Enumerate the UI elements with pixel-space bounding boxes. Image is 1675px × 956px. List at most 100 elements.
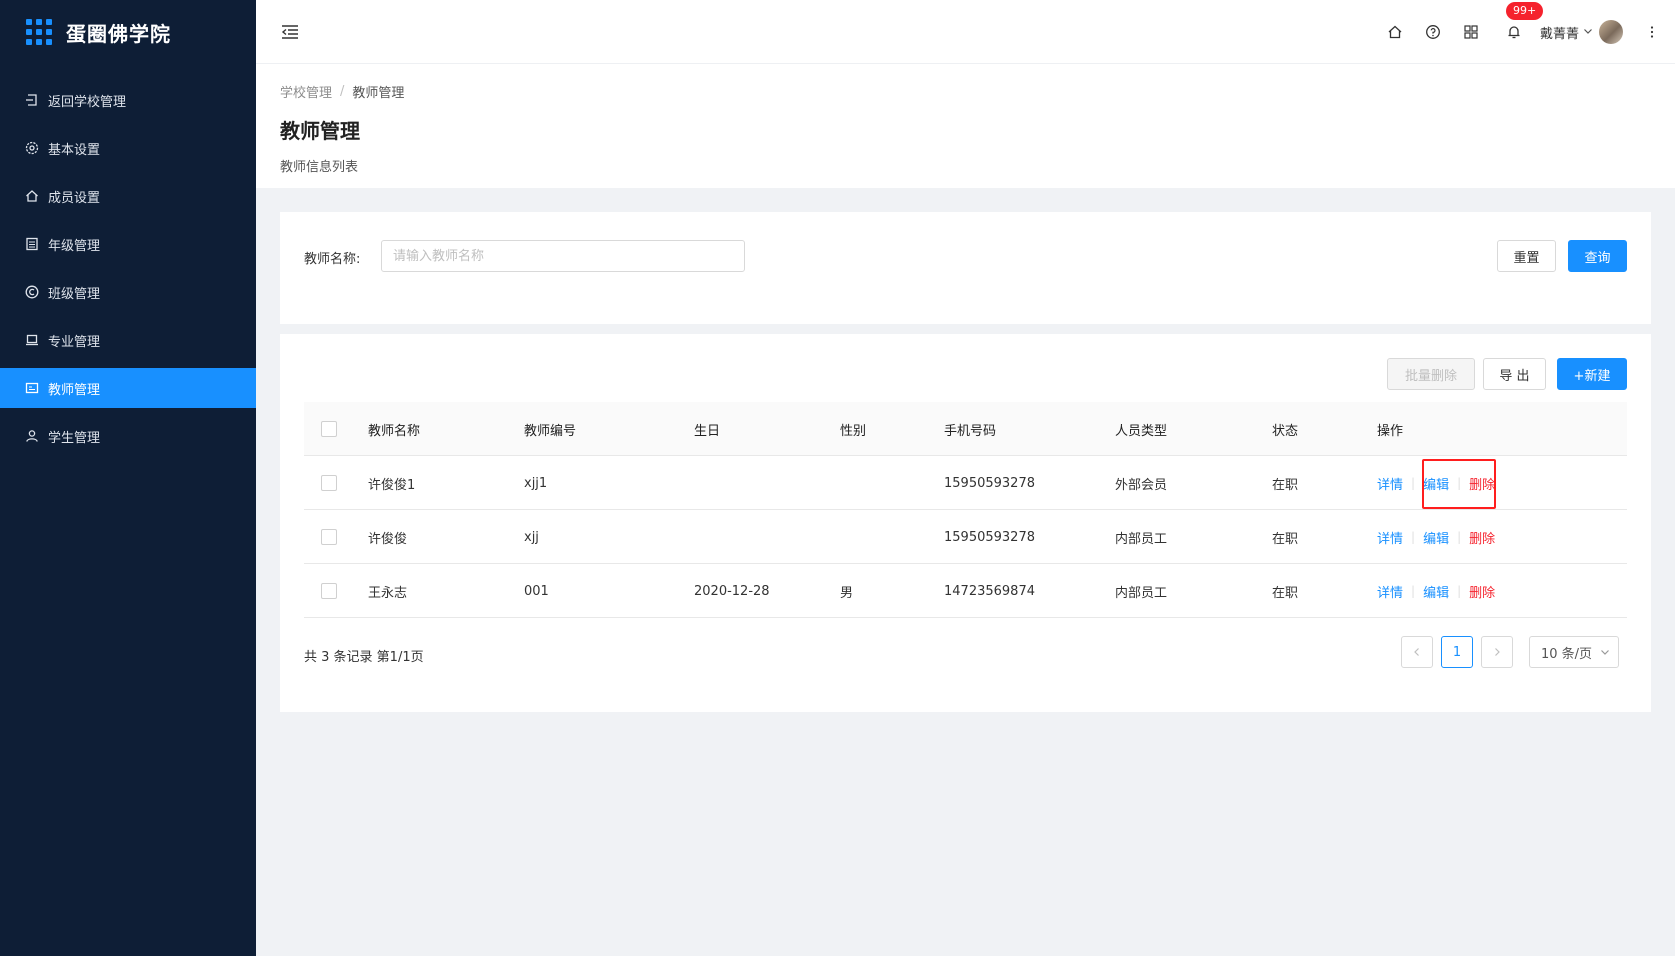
pagination: 1 10 条/页 xyxy=(1393,636,1619,668)
table-header-row: 教师名称 教师编号 生日 性别 手机号码 人员类型 状态 操作 xyxy=(304,402,1627,456)
laptop-icon xyxy=(24,332,40,348)
cell-teacher-code: xjj xyxy=(524,529,539,545)
avatar[interactable] xyxy=(1599,20,1623,44)
breadcrumb-parent[interactable]: 学校管理 xyxy=(280,82,332,101)
select-all-cell xyxy=(321,402,337,456)
menu-fold-icon[interactable] xyxy=(280,22,300,42)
sidebar-item-grade-management[interactable]: 年级管理 xyxy=(0,224,256,264)
prev-page-button[interactable] xyxy=(1401,636,1433,668)
detail-link[interactable]: 详情 xyxy=(1377,582,1403,601)
record-summary: 共 3 条记录 第1/1页 xyxy=(304,650,424,665)
sidebar-item-label: 成员设置 xyxy=(48,190,101,206)
breadcrumb-separator: / xyxy=(340,84,345,99)
cell-teacher-name: 许俊俊1 xyxy=(368,477,416,493)
gear-icon xyxy=(24,140,40,156)
sidebar: 蛋圈佛学院 返回学校管理 基本设置 成员设置 年级管理 班级管理 专业管理 教师… xyxy=(0,0,256,956)
select-all-checkbox[interactable] xyxy=(321,421,337,437)
reset-button[interactable]: 重置 xyxy=(1497,240,1556,272)
sidebar-item-label: 学生管理 xyxy=(48,430,101,446)
sidebar-item-student-management[interactable]: 学生管理 xyxy=(0,416,256,456)
apps-grid-icon[interactable] xyxy=(1461,22,1481,42)
help-icon[interactable] xyxy=(1423,22,1443,42)
column-header: 手机号码 xyxy=(944,423,997,439)
row-select-cell xyxy=(321,456,337,510)
action-divider: | xyxy=(1411,584,1416,598)
teacher-table: 教师名称 教师编号 生日 性别 手机号码 人员类型 状态 操作 许俊俊1 xjj… xyxy=(304,402,1627,618)
row-checkbox[interactable] xyxy=(321,529,337,545)
notification-bell-icon[interactable]: 99+ xyxy=(1504,2,1544,42)
table-row: 许俊俊1 xjj1 15950593278 外部会员 在职 详情 | 编辑 | … xyxy=(304,456,1627,510)
delete-link[interactable]: 删除 xyxy=(1469,582,1495,601)
chevron-right-icon xyxy=(1495,648,1500,656)
row-select-cell xyxy=(321,510,337,564)
cell-teacher-name: 王永志 xyxy=(368,585,408,601)
export-button[interactable]: 导 出 xyxy=(1483,358,1546,390)
action-divider: | xyxy=(1411,530,1416,544)
sidebar-item-teacher-management[interactable]: 教师管理 xyxy=(0,368,256,408)
more-vertical-icon[interactable] xyxy=(1643,25,1661,39)
cell-status: 在职 xyxy=(1272,531,1299,547)
brand-title: 蛋圈佛学院 xyxy=(66,21,171,46)
action-divider: | xyxy=(1457,530,1462,544)
edit-link[interactable]: 编辑 xyxy=(1423,474,1449,493)
home-icon xyxy=(24,188,40,204)
batch-delete-button[interactable]: 批量删除 xyxy=(1387,358,1475,390)
brand[interactable]: 蛋圈佛学院 xyxy=(0,0,256,64)
copyright-icon xyxy=(24,284,40,300)
column-header: 教师名称 xyxy=(368,423,421,439)
sidebar-item-basic-settings[interactable]: 基本设置 xyxy=(0,128,256,168)
detail-link[interactable]: 详情 xyxy=(1377,474,1403,493)
cell-status: 在职 xyxy=(1272,477,1299,493)
cell-status: 在职 xyxy=(1272,585,1299,601)
sidebar-item-label: 返回学校管理 xyxy=(48,94,127,110)
edit-link[interactable]: 编辑 xyxy=(1423,528,1449,547)
row-checkbox[interactable] xyxy=(321,583,337,599)
edit-link[interactable]: 编辑 xyxy=(1423,582,1449,601)
page-size-value: 10 条/页 xyxy=(1541,646,1593,662)
sidebar-item-member-settings[interactable]: 成员设置 xyxy=(0,176,256,216)
notification-badge: 99+ xyxy=(1505,2,1544,20)
cell-type: 内部员工 xyxy=(1115,585,1168,601)
column-header: 人员类型 xyxy=(1115,423,1168,439)
page-title: 教师管理 xyxy=(280,119,360,143)
page-header: 学校管理 / 教师管理 教师管理 教师信息列表 xyxy=(256,64,1675,188)
cell-teacher-name: 许俊俊 xyxy=(368,531,408,547)
row-actions: 详情 | 编辑 | 删除 xyxy=(1377,456,1495,510)
teacher-name-input[interactable] xyxy=(381,240,745,272)
app-grid-logo-icon xyxy=(26,19,52,45)
sidebar-item-label: 专业管理 xyxy=(48,334,101,350)
add-teacher-button[interactable]: +新建 xyxy=(1557,358,1627,390)
page-number-button[interactable]: 1 xyxy=(1441,636,1473,668)
sidebar-item-major-management[interactable]: 专业管理 xyxy=(0,320,256,360)
detail-link[interactable]: 详情 xyxy=(1377,528,1403,547)
teacher-name-label: 教师名称: xyxy=(304,252,361,267)
sidebar-item-back-to-school[interactable]: 返回学校管理 xyxy=(0,80,256,120)
chevron-down-icon[interactable] xyxy=(1583,25,1593,40)
row-checkbox[interactable] xyxy=(321,475,337,491)
header-actions: 99+ 戴菁菁 xyxy=(1376,0,1675,64)
page-size-select[interactable]: 10 条/页 xyxy=(1529,636,1619,668)
sidebar-item-label: 班级管理 xyxy=(48,286,101,302)
row-actions: 详情 | 编辑 | 删除 xyxy=(1377,510,1495,564)
home-icon[interactable] xyxy=(1385,22,1405,42)
query-button[interactable]: 查询 xyxy=(1568,240,1627,272)
action-divider: | xyxy=(1457,584,1462,598)
next-page-button[interactable] xyxy=(1481,636,1513,668)
delete-link[interactable]: 删除 xyxy=(1469,474,1495,493)
breadcrumb-current: 教师管理 xyxy=(352,86,405,101)
column-header: 教师编号 xyxy=(524,423,577,439)
cell-teacher-code: xjj1 xyxy=(524,475,548,491)
sidebar-item-label: 年级管理 xyxy=(48,238,101,254)
cell-phone: 14723569874 xyxy=(944,583,1035,599)
chevron-down-icon xyxy=(1601,650,1609,655)
action-divider: | xyxy=(1411,476,1416,490)
column-header: 生日 xyxy=(694,423,721,439)
list-icon xyxy=(24,236,40,252)
delete-link[interactable]: 删除 xyxy=(1469,528,1495,547)
cell-teacher-code: 001 xyxy=(524,583,549,599)
cell-phone: 15950593278 xyxy=(944,529,1035,545)
user-icon xyxy=(24,428,40,444)
cell-type: 外部会员 xyxy=(1115,477,1168,493)
username[interactable]: 戴菁菁 xyxy=(1540,23,1579,42)
sidebar-item-class-management[interactable]: 班级管理 xyxy=(0,272,256,312)
